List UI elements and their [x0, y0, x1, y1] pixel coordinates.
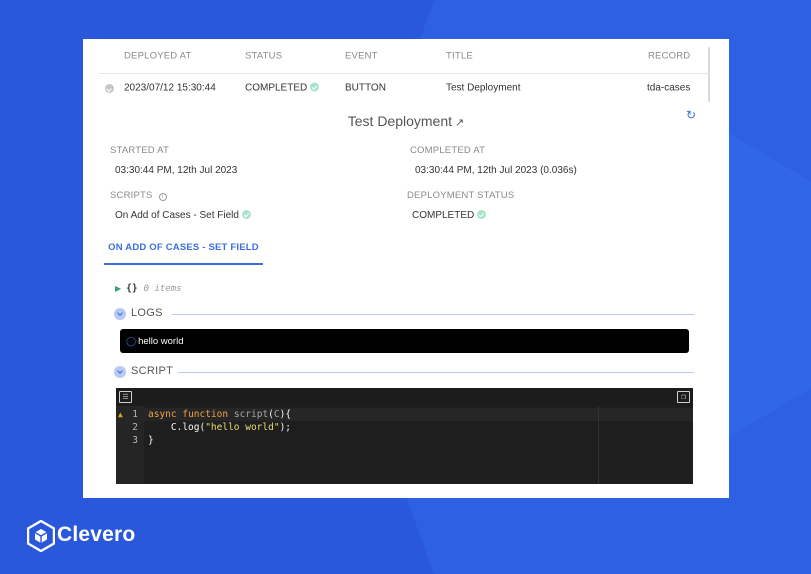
json-brace: {} [126, 283, 138, 294]
collapse-icon[interactable] [105, 84, 114, 93]
logs-section-header[interactable]: LOGS [114, 307, 694, 321]
deployment-status-value: COMPLETED [412, 210, 475, 221]
editor-toolbar: ☰ ❐ [116, 388, 693, 406]
scripts-label: SCRIPTS [110, 190, 153, 201]
scripts-label-row: SCRIPTS i [110, 190, 167, 201]
deployment-status-label: DEPLOYMENT STATUS [407, 190, 515, 201]
copy-icon[interactable]: ❐ [677, 391, 690, 403]
script-label: SCRIPT [131, 365, 174, 377]
print-margin [598, 406, 599, 484]
tab-on-add-of-cases[interactable]: ON ADD OF CASES - SET FIELD [104, 235, 263, 265]
json-count: 0 items [143, 284, 182, 294]
warning-icon: ▲ [118, 410, 123, 419]
editor-gutter: ▲ 1 2 3 [116, 406, 144, 484]
section-divider [172, 314, 694, 315]
col-status[interactable]: STATUS [245, 51, 282, 62]
log-text: hello world [138, 336, 184, 347]
detail-title-text: Test Deployment [347, 113, 453, 129]
line-number: 2 [132, 422, 138, 433]
deployment-status-row: COMPLETED [412, 210, 487, 221]
code-area[interactable]: async function script(C){ C.log("hello w… [144, 406, 693, 484]
code-line-1: async function script(C){ [148, 409, 292, 420]
col-event[interactable]: EVENT [345, 51, 378, 62]
started-at-value: 03:30:44 PM, 12th Jul 2023 [115, 165, 238, 176]
cell-title: Test Deployment [446, 82, 521, 94]
completed-at-label: COMPLETED AT [410, 145, 486, 156]
script-name-row: On Add of Cases - Set Field [115, 210, 251, 221]
col-record[interactable]: RECORD [648, 51, 690, 62]
check-circle-icon [310, 82, 320, 92]
brand-name: Clevero [57, 523, 136, 546]
col-title[interactable]: TITLE [446, 51, 473, 62]
json-viewer: ▶ {} 0 items [115, 283, 182, 294]
log-output: ◯ hello world [120, 329, 689, 353]
script-section-header[interactable]: SCRIPT [114, 365, 694, 379]
logs-label: LOGS [131, 307, 163, 319]
started-at-label: STARTED AT [110, 145, 170, 156]
line-number: 1 [132, 409, 138, 420]
code-line-3: } [148, 435, 154, 446]
clevero-logo-icon [27, 520, 55, 552]
detail-title: Test Deployment ↗ [83, 113, 729, 129]
col-deployed-at[interactable]: DEPLOYED AT [124, 51, 192, 62]
check-circle-icon [241, 210, 251, 219]
table-header: DEPLOYED AT STATUS EVENT TITLE RECORD [99, 39, 710, 74]
chevron-down-icon[interactable] [114, 366, 126, 378]
check-circle-icon [477, 210, 487, 219]
code-editor[interactable]: ☰ ❐ ▲ 1 2 3 async function script(C){ C.… [116, 388, 693, 484]
section-divider [178, 372, 694, 373]
deployment-panel: DEPLOYED AT STATUS EVENT TITLE RECORD 20… [83, 39, 729, 498]
table-row[interactable]: 2023/07/12 15:30:44 COMPLETED BUTTON Tes… [99, 75, 710, 101]
cell-record: tda-cases [647, 82, 691, 94]
cell-status-text: COMPLETED [245, 82, 308, 94]
format-code-icon[interactable]: ☰ [119, 391, 132, 403]
line-number: 3 [132, 435, 138, 446]
code-line-2: C.log("hello world"); [148, 422, 292, 433]
script-name: On Add of Cases - Set Field [115, 210, 239, 221]
external-link-icon[interactable]: ↗ [455, 117, 464, 129]
chevron-down-icon[interactable] [114, 308, 126, 320]
lightbulb-icon: ◯ [126, 336, 137, 346]
cell-status: COMPLETED [245, 82, 320, 94]
refresh-icon[interactable]: ↻ [686, 108, 696, 122]
expand-caret-icon[interactable]: ▶ [115, 284, 121, 293]
completed-at-value: 03:30:44 PM, 12th Jul 2023 (0.036s) [415, 165, 577, 176]
info-icon[interactable]: i [158, 193, 167, 201]
cell-event: BUTTON [345, 82, 386, 94]
cell-deployed-at: 2023/07/12 15:30:44 [124, 82, 216, 94]
